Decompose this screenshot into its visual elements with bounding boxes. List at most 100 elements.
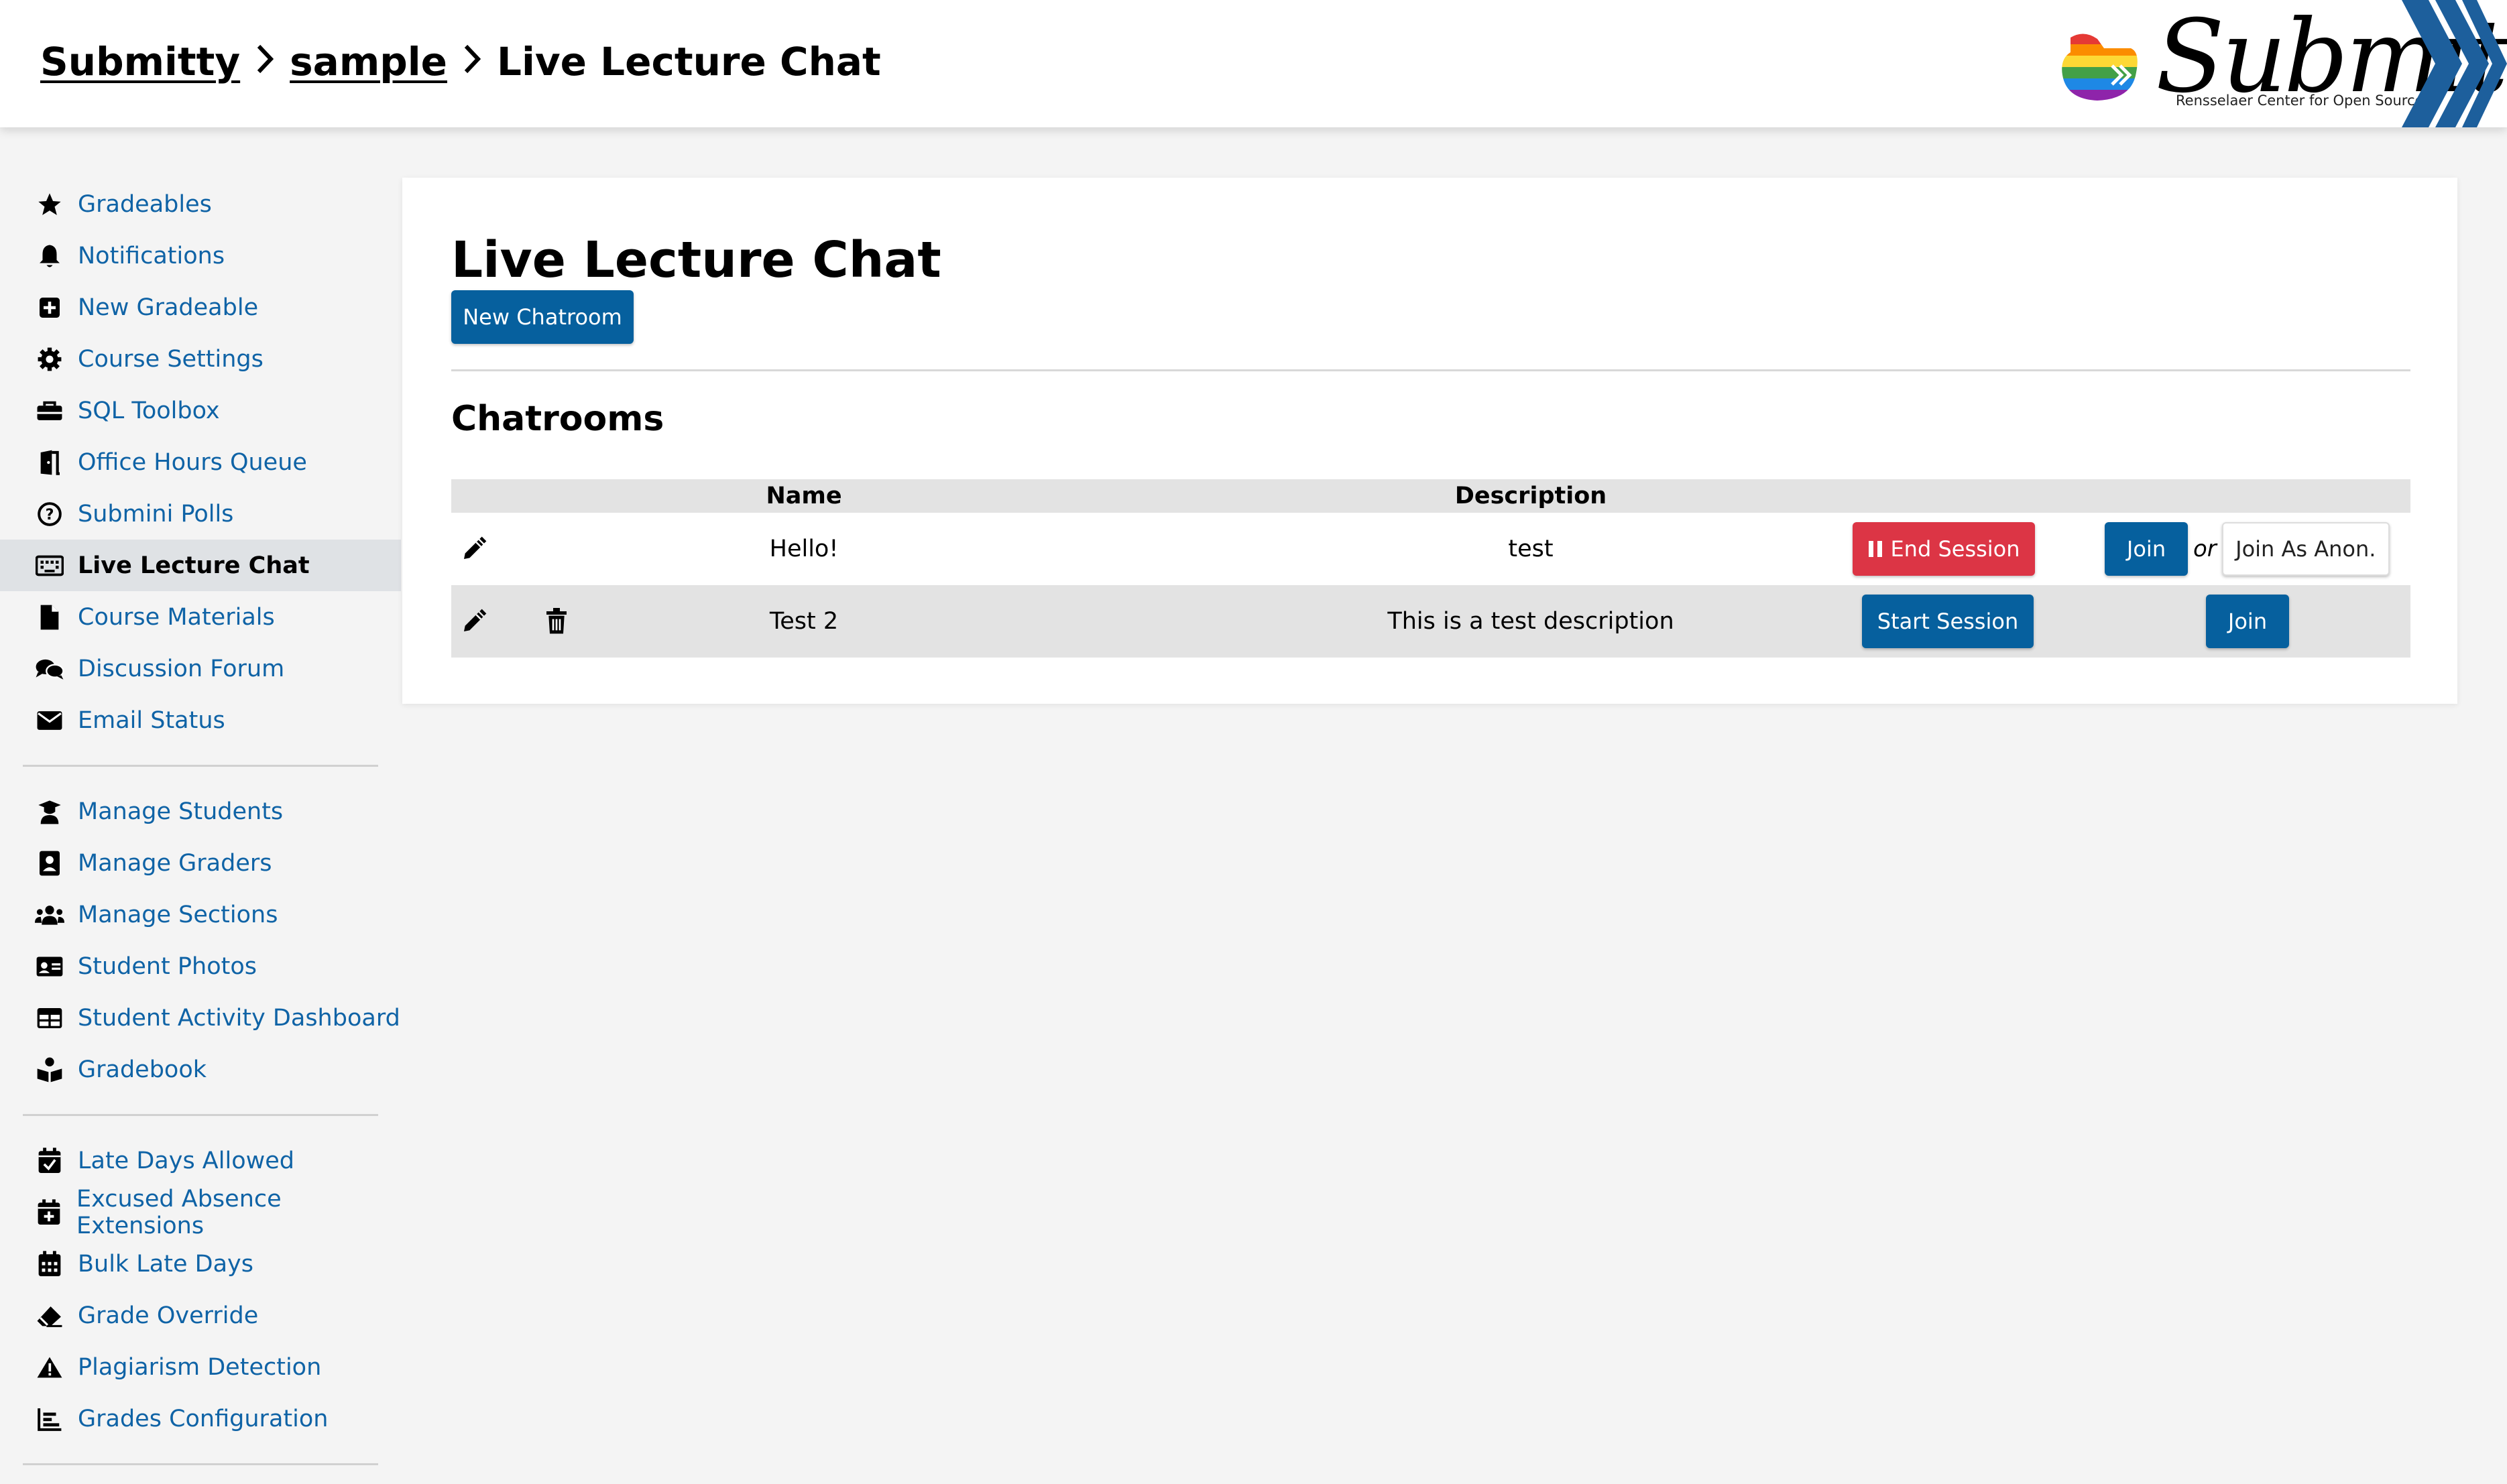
sidebar-item-label: Office Hours Queue [78, 448, 307, 476]
section-divider [451, 369, 2410, 371]
sidebar-item-label: Manage Students [78, 798, 284, 825]
new-chatroom-button[interactable]: New Chatroom [451, 290, 634, 344]
gear-icon [35, 345, 64, 374]
sidebar: Gradeables Notifications New Gradeable C… [0, 178, 401, 1484]
sidebar-item-label: Notifications [78, 242, 225, 269]
join-group: Join [2206, 585, 2289, 658]
sidebar-item-late-days-allowed[interactable]: Late Days Allowed [0, 1135, 401, 1186]
id-badge-icon [35, 849, 64, 878]
sidebar-item-live-lecture-chat[interactable]: Live Lecture Chat [0, 540, 401, 591]
logo-subtitle: Rensselaer Center for Open Source [2176, 92, 2424, 109]
edit-icon[interactable] [461, 513, 487, 585]
sidebar-item-manage-graders[interactable]: Manage Graders [0, 837, 401, 889]
sidebar-item-student-activity-dashboard[interactable]: Student Activity Dashboard [0, 992, 401, 1044]
end-session-label: End Session [1890, 536, 2020, 562]
warning-icon [35, 1353, 64, 1382]
chart-icon [35, 1404, 64, 1434]
chatroom-name: Test 2 [769, 608, 839, 635]
envelope-icon [35, 706, 64, 735]
door-icon [35, 448, 64, 477]
sidebar-item-grade-override[interactable]: Grade Override [0, 1290, 401, 1341]
id-card-icon [35, 952, 64, 981]
chatrooms-table: Name Description Hello! test End Session [451, 479, 2410, 658]
page-title: Live Lecture Chat [451, 231, 941, 289]
sidebar-item-manage-sections[interactable]: Manage Sections [0, 889, 401, 940]
table-icon [35, 1003, 64, 1033]
toolbox-icon [35, 396, 64, 426]
sidebar-item-office-hours-queue[interactable]: Office Hours Queue [0, 436, 401, 488]
sidebar-item-label: Plagiarism Detection [78, 1353, 322, 1381]
breadcrumb-home-link[interactable]: Submitty [40, 39, 240, 84]
sidebar-item-discussion-forum[interactable]: Discussion Forum [0, 643, 401, 694]
sidebar-group-course: Gradeables Notifications New Gradeable C… [0, 178, 401, 746]
pause-icon [1867, 540, 1883, 558]
session-control: Start Session [1862, 585, 2034, 658]
session-control: End Session [1853, 513, 2035, 585]
sidebar-item-label: Submini Polls [78, 500, 234, 528]
trash-icon[interactable] [545, 585, 568, 658]
sidebar-group-grading: Late Days Allowed Excused Absence Extens… [0, 1135, 401, 1444]
sidebar-item-label: Student Photos [78, 952, 257, 980]
chevrons-icon [2402, 0, 2507, 127]
bell-icon [35, 241, 64, 271]
top-header: Submitty sample Live Lecture Chat Subm t… [0, 0, 2507, 127]
book-reader-icon [35, 1055, 64, 1085]
sidebar-item-label: Gradeables [78, 190, 212, 218]
join-button[interactable]: Join [2206, 595, 2289, 648]
join-anon-button[interactable]: Join As Anon. [2221, 522, 2390, 576]
column-header-name: Name [766, 483, 842, 509]
sidebar-divider [23, 765, 378, 767]
sidebar-item-excused-absence-extensions[interactable]: Excused Absence Extensions [0, 1185, 401, 1239]
duck-logo-icon [2062, 34, 2138, 101]
question-circle-icon: ? [35, 499, 64, 529]
join-button[interactable]: Join [2105, 522, 2188, 576]
page: Submitty sample Live Lecture Chat Subm t… [0, 0, 2507, 1465]
file-icon [35, 603, 64, 632]
sidebar-divider [23, 1114, 378, 1116]
sidebar-item-notifications[interactable]: Notifications [0, 230, 401, 282]
sidebar-item-label: Grade Override [78, 1302, 259, 1329]
users-icon [35, 900, 64, 930]
edit-icon[interactable] [461, 585, 487, 658]
sidebar-item-grades-configuration[interactable]: Grades Configuration [0, 1393, 401, 1444]
sidebar-item-label: Gradebook [78, 1056, 207, 1083]
sidebar-item-email-status[interactable]: Email Status [0, 694, 401, 746]
chatroom-description: This is a test description [1387, 608, 1674, 635]
end-session-button[interactable]: End Session [1853, 522, 2035, 576]
sidebar-item-label: Bulk Late Days [78, 1250, 253, 1278]
sidebar-item-label: Discussion Forum [78, 655, 285, 682]
sidebar-item-label: SQL Toolbox [78, 397, 220, 424]
graduate-icon [35, 797, 64, 826]
table-header: Name Description [451, 479, 2410, 513]
start-session-button[interactable]: Start Session [1862, 595, 2034, 648]
sidebar-item-bulk-late-days[interactable]: Bulk Late Days [0, 1238, 401, 1290]
sidebar-item-sql-toolbox[interactable]: SQL Toolbox [0, 385, 401, 436]
sidebar-item-label: Grades Configuration [78, 1405, 329, 1432]
chatroom-description: test [1508, 536, 1554, 562]
breadcrumb-course-link[interactable]: sample [290, 39, 447, 84]
sidebar-item-submini-polls[interactable]: ? Submini Polls [0, 488, 401, 540]
comments-icon [35, 654, 64, 684]
sidebar-item-gradebook[interactable]: Gradebook [0, 1044, 401, 1095]
sidebar-item-label: Late Days Allowed [78, 1147, 294, 1174]
column-header-description: Description [1454, 483, 1607, 509]
chatroom-name: Hello! [769, 536, 839, 562]
chevron-right-icon [255, 40, 275, 84]
sidebar-item-plagiarism-detection[interactable]: Plagiarism Detection [0, 1341, 401, 1393]
sidebar-item-new-gradeable[interactable]: New Gradeable [0, 282, 401, 333]
sidebar-item-label: Manage Sections [78, 901, 278, 928]
sidebar-item-manage-students[interactable]: Manage Students [0, 786, 401, 837]
sidebar-item-label: Course Settings [78, 345, 264, 373]
sidebar-item-gradeables[interactable]: Gradeables [0, 178, 401, 230]
keyboard-icon [35, 551, 64, 580]
sidebar-item-label: New Gradeable [78, 294, 259, 321]
sidebar-item-course-settings[interactable]: Course Settings [0, 333, 401, 385]
sidebar-item-label: Excused Absence Extensions [76, 1185, 282, 1239]
chatrooms-heading: Chatrooms [451, 399, 664, 439]
sidebar-item-course-materials[interactable]: Course Materials [0, 591, 401, 643]
breadcrumb: Submitty sample Live Lecture Chat [40, 39, 881, 84]
calendar-check-icon [35, 1146, 64, 1176]
sidebar-item-label: Email Status [78, 706, 225, 734]
sidebar-item-student-photos[interactable]: Student Photos [0, 940, 401, 992]
star-icon [35, 190, 64, 219]
